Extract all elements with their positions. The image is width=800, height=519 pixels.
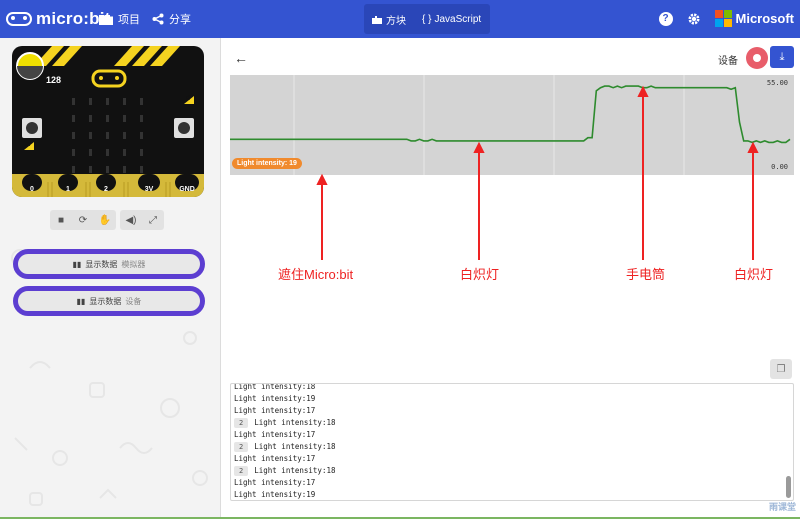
annotation-incandescent-2: 白炽灯 bbox=[734, 267, 774, 282]
share-label: 分享 bbox=[169, 14, 191, 26]
fullscreen-icon[interactable]: ⤢ bbox=[142, 210, 164, 230]
console-line: Light intensity:19 bbox=[234, 393, 336, 405]
projects-button[interactable]: 项目 bbox=[99, 11, 140, 27]
microbit-board[interactable]: 128 A B 0 1 2 3V GND bbox=[12, 46, 204, 197]
device-sublabel: 设备 bbox=[125, 296, 142, 306]
show-data-label: 显示数据 bbox=[85, 259, 118, 269]
pin-0-label[interactable]: 0 bbox=[28, 186, 36, 193]
gear-icon[interactable] bbox=[687, 12, 701, 26]
simulator-panel: 128 A B 0 1 2 3V GND ■ ⟳ ✋ ◀) ⤢ ▮▮ 显示数据 … bbox=[0, 38, 221, 519]
sound-icon[interactable]: ◀) bbox=[120, 210, 142, 230]
console-line: Light intensity:19 bbox=[234, 489, 336, 500]
copy-button[interactable]: ❐ bbox=[770, 359, 792, 379]
annotation-cover: 遮住Micro:bit bbox=[278, 267, 354, 282]
puzzle-icon bbox=[372, 16, 382, 24]
folder-icon bbox=[99, 14, 113, 25]
annotation-incandescent-1: 白炽灯 bbox=[460, 267, 500, 282]
microbit-logo-icon bbox=[6, 12, 32, 26]
console-line: 2 Light intensity:18 bbox=[234, 441, 336, 453]
console-line-text: Light intensity:18 bbox=[254, 466, 336, 475]
console-line-text: Light intensity:17 bbox=[234, 406, 316, 415]
pin-gnd-label: GND bbox=[179, 186, 195, 193]
top-bar: micro:bit 项目 分享 方块 { } JavaScript ? Micr… bbox=[0, 0, 800, 38]
annotation-arrows bbox=[316, 85, 759, 260]
repeat-count-badge: 2 bbox=[234, 466, 249, 476]
bar-chart-icon: ▮▮ bbox=[72, 259, 82, 269]
console-line: Light intensity:17 bbox=[234, 429, 336, 441]
light-level-readout: 128 bbox=[46, 75, 62, 85]
console-line: Light intensity:17 bbox=[234, 453, 336, 465]
console-line: 2 Light intensity:18 bbox=[234, 417, 336, 429]
share-icon bbox=[152, 13, 164, 25]
javascript-tab-label: JavaScript bbox=[434, 13, 482, 25]
top-right-actions: ? Microsoft bbox=[658, 10, 795, 27]
console-scrollbar[interactable] bbox=[786, 476, 791, 498]
console-line-text: Light intensity:17 bbox=[234, 430, 316, 439]
pin-1-label[interactable]: 1 bbox=[64, 186, 72, 193]
brand[interactable]: micro:bit bbox=[6, 9, 111, 29]
pin-2-label[interactable]: 2 bbox=[102, 186, 110, 193]
console-line-text: Light intensity:18 bbox=[254, 418, 336, 427]
copy-icon: ❐ bbox=[776, 363, 786, 375]
console-line-text: Light intensity:18 bbox=[254, 442, 336, 451]
show-data-label: 显示数据 bbox=[89, 296, 122, 306]
console-line-text: Light intensity:17 bbox=[234, 478, 316, 487]
javascript-tab[interactable]: { } JavaScript bbox=[414, 4, 489, 34]
editor-mode-switch: 方块 { } JavaScript bbox=[364, 4, 490, 34]
blocks-tab-label: 方块 bbox=[386, 15, 406, 27]
button-b-label: B bbox=[186, 96, 191, 102]
button-a-label: A bbox=[26, 142, 31, 148]
microsoft-windows-icon bbox=[714, 10, 732, 27]
serial-console[interactable]: Light intensity:18 Light intensity:19 Ligh… bbox=[230, 383, 794, 501]
share-button[interactable]: 分享 bbox=[152, 11, 191, 27]
simulator-controls: ■ ⟳ ✋ ◀) ⤢ bbox=[50, 210, 164, 230]
restart-icon[interactable]: ⟳ bbox=[72, 210, 94, 230]
console-line: Light intensity:17 bbox=[234, 477, 336, 489]
simulator-sublabel: 模拟器 bbox=[121, 259, 146, 269]
data-viewer-panel: ← 设备 ⤓ 55.00 0.00 Light intensity: 19 遮住… bbox=[222, 38, 800, 519]
watermark: 雨课堂 bbox=[768, 502, 796, 512]
repeat-count-badge: 2 bbox=[234, 442, 249, 452]
blocks-tab[interactable]: 方块 bbox=[364, 4, 414, 34]
slowmo-icon[interactable]: ✋ bbox=[94, 210, 116, 230]
console-line-text: Light intensity:19 bbox=[234, 490, 316, 499]
show-data-simulator-button[interactable]: ▮▮ 显示数据 模拟器 bbox=[13, 249, 205, 279]
console-line: 2 Light intensity:18 bbox=[234, 465, 336, 477]
show-data-device-button[interactable]: ▮▮ 显示数据 设备 bbox=[13, 286, 205, 316]
console-line: Light intensity:17 bbox=[234, 405, 336, 417]
console-line: Light intensity:18 bbox=[234, 383, 336, 393]
stop-icon[interactable]: ■ bbox=[50, 210, 72, 230]
projects-label: 项目 bbox=[118, 14, 140, 26]
console-line-text: Light intensity:18 bbox=[234, 383, 316, 391]
microsoft-logo[interactable]: Microsoft bbox=[714, 10, 795, 27]
pin-3v-label: 3V bbox=[144, 186, 154, 193]
microsoft-label: Microsoft bbox=[735, 11, 795, 26]
question-icon[interactable]: ? bbox=[658, 11, 673, 26]
console-line-text: Light intensity:17 bbox=[234, 454, 316, 463]
console-line-text: Light intensity:19 bbox=[234, 394, 316, 403]
console-lines: Light intensity:18 Light intensity:19 Ligh… bbox=[234, 383, 336, 500]
braces-icon: { } bbox=[422, 13, 432, 25]
annotation-flashlight: 手电筒 bbox=[626, 267, 666, 282]
bar-chart-icon: ▮▮ bbox=[76, 296, 86, 306]
repeat-count-badge: 2 bbox=[234, 418, 249, 428]
